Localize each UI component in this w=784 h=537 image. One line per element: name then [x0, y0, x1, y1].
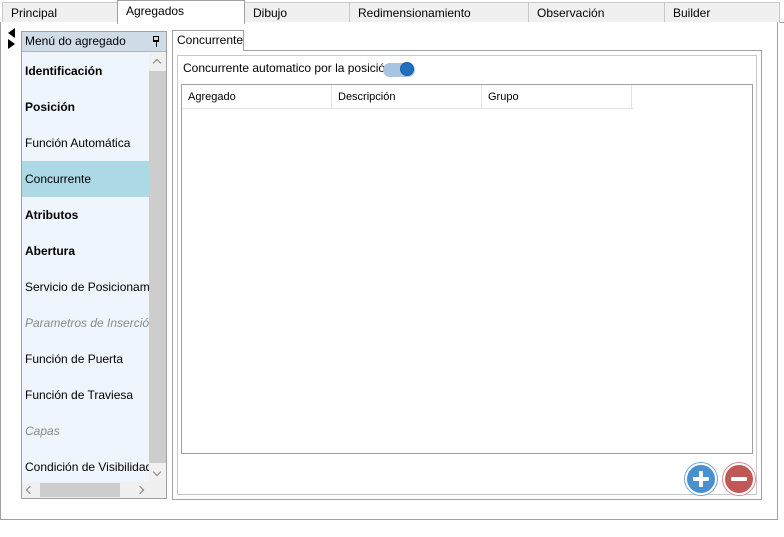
- auto-concurrent-label: Concurrente automatico por la posición: [183, 61, 392, 75]
- add-button[interactable]: [685, 463, 717, 495]
- column-header-agregado[interactable]: Agregado: [182, 85, 332, 109]
- horizontal-scroll-thumb[interactable]: [40, 483, 120, 497]
- side-item-abertura[interactable]: Abertura: [22, 233, 149, 269]
- scroll-right-button[interactable]: [132, 482, 149, 498]
- collapse-left-icon: [8, 28, 15, 38]
- expand-right-icon: [8, 39, 15, 49]
- side-menu-header: Menú do agregado: [22, 32, 166, 52]
- tab-observacion[interactable]: Observación: [528, 2, 665, 23]
- side-item-funcion-automatica[interactable]: Función Automática: [22, 125, 149, 161]
- tab-builder[interactable]: Builder: [664, 2, 780, 23]
- scroll-left-button[interactable]: [22, 482, 39, 498]
- pin-icon[interactable]: [152, 36, 160, 47]
- chevron-right-icon: [135, 485, 145, 495]
- side-item-capas: Capas: [25, 424, 60, 438]
- auto-concurrent-toggle[interactable]: [383, 62, 415, 77]
- tab-dibujo[interactable]: Dibujo: [244, 2, 350, 23]
- scroll-down-button[interactable]: [149, 465, 166, 482]
- side-item-parametros-insercion: Parametros de Inserción: [25, 316, 149, 330]
- chevron-left-icon: [25, 485, 35, 495]
- side-menu-horizontal-scrollbar[interactable]: [22, 482, 149, 498]
- side-item-atributos[interactable]: Atributos: [22, 197, 149, 233]
- side-item-funcion-traviesa[interactable]: Función de Traviesa: [22, 377, 149, 413]
- side-item-condicion-visibilidad[interactable]: Condición de Visibilidad: [22, 449, 149, 482]
- concurrente-inner-panel: Concurrente automatico por la posición A…: [177, 55, 757, 495]
- side-menu-title: Menú do agregado: [25, 34, 126, 48]
- aggregate-side-menu: Menú do agregado Identificación Posición…: [21, 31, 167, 499]
- chevron-up-icon: [152, 58, 162, 68]
- grid-header: Agregado Descripción Grupo: [182, 85, 634, 109]
- side-menu-vertical-scrollbar[interactable]: [149, 53, 166, 482]
- tab-redimensionamiento[interactable]: Redimensionamiento: [349, 2, 529, 23]
- side-item-concurrente[interactable]: Concurrente: [22, 161, 149, 197]
- collapse-toggle[interactable]: [8, 28, 18, 49]
- tab-concurrente[interactable]: Concurrente: [172, 30, 244, 51]
- side-item-funcion-puerta[interactable]: Función de Puerta: [22, 341, 149, 377]
- concurrente-panel: Concurrente automatico por la posición A…: [172, 50, 762, 500]
- remove-button[interactable]: [723, 463, 755, 495]
- main-tab-strip: Principal Agregados Dibujo Redimensionam…: [0, 0, 784, 24]
- side-item-posicion[interactable]: Posición: [22, 89, 149, 125]
- vertical-scroll-thumb[interactable]: [149, 71, 166, 463]
- side-menu-list: Identificación Posición Función Automáti…: [22, 53, 149, 482]
- tab-agregados[interactable]: Agregados: [117, 0, 245, 24]
- scrollbar-corner: [149, 482, 166, 498]
- column-header-descripcion[interactable]: Descripción: [332, 85, 482, 109]
- scroll-up-button[interactable]: [149, 53, 166, 70]
- side-item-identificacion[interactable]: Identificación: [22, 53, 149, 89]
- tab-principal[interactable]: Principal: [2, 2, 118, 23]
- concurrent-grid[interactable]: Agregado Descripción Grupo: [181, 84, 753, 454]
- toggle-knob: [400, 62, 414, 76]
- column-header-grupo[interactable]: Grupo: [482, 85, 632, 109]
- side-item-servicio-posicionamiento[interactable]: Servicio de Posicionamiento: [22, 269, 149, 305]
- chevron-down-icon: [152, 467, 162, 477]
